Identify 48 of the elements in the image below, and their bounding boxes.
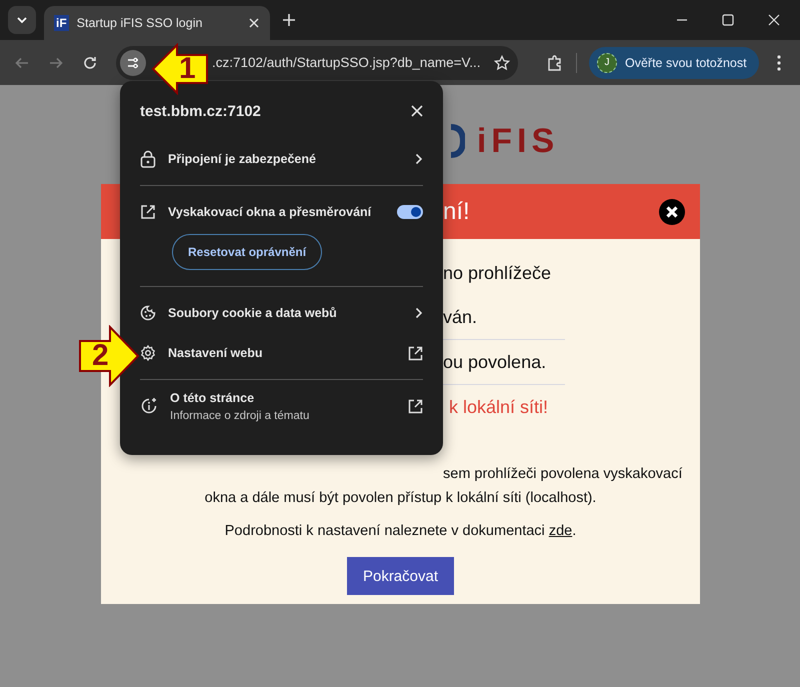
site-info-icon[interactable] — [120, 50, 146, 76]
menu-item-label[interactable]: Vyskakovací okna a přesměrování — [168, 205, 385, 219]
toggle-switch[interactable] — [397, 205, 423, 219]
star-icon[interactable] — [494, 54, 510, 70]
menu-item-label[interactable]: O této stránce — [170, 390, 396, 404]
open-in-new-icon — [140, 204, 156, 220]
open-in-new-icon[interactable] — [408, 346, 423, 360]
menu-icon[interactable] — [776, 54, 781, 70]
warning-text: k lokální síti! — [448, 396, 548, 418]
status-text: no prohlížeče — [443, 262, 552, 284]
info-icon — [140, 397, 158, 415]
callout-number: 2 — [92, 339, 109, 373]
menu-item-label[interactable]: Soubory cookie a data webů — [168, 306, 403, 320]
cookie-icon — [140, 305, 156, 321]
details-text: Podrobnosti k nastavení naleznete v dokumentaci zde. — [224, 523, 578, 539]
menu-item-label[interactable]: Nastavení webu — [168, 346, 396, 360]
settings-icon — [140, 345, 156, 361]
continue-button[interactable]: Pokračovat — [347, 557, 454, 595]
menu-item-label[interactable]: Připojení je zabezpečené — [168, 152, 403, 166]
profile-button[interactable]: J Ověřte svou totožnost — [589, 46, 759, 78]
info-text: okna a dále musí být povolen přístup k lokální síti (localhost). — [204, 489, 596, 508]
site-host: test.bbm.cz:7102 — [140, 102, 261, 120]
browser-tab[interactable]: iF Startup iFIS SSO login — [44, 6, 270, 40]
tab-search-button[interactable] — [8, 6, 36, 34]
docs-link[interactable]: zde — [548, 523, 572, 539]
status-text: ou povolena. — [443, 352, 546, 372]
avatar: J — [597, 52, 617, 72]
close-icon[interactable] — [248, 17, 260, 29]
new-tab-icon[interactable] — [282, 13, 296, 27]
maximize-icon[interactable] — [722, 14, 734, 26]
menu-item-subtitle: Informace o zdroji a tématu — [170, 410, 310, 422]
dialog-title: ní! — [443, 198, 470, 226]
close-icon[interactable] — [411, 105, 423, 117]
close-icon[interactable] — [658, 198, 686, 226]
chevron-right-icon[interactable] — [415, 153, 423, 165]
reload-icon[interactable] — [82, 54, 98, 70]
close-icon[interactable] — [768, 14, 780, 26]
open-in-new-icon[interactable] — [408, 398, 423, 414]
url-text: .cz:7102/auth/StartupSSO.jsp?db_name=V... — [212, 55, 481, 70]
site-favicon: iF — [54, 15, 69, 31]
logo-mark-icon — [450, 121, 465, 161]
chevron-right-icon[interactable] — [415, 307, 423, 319]
tab-title: Startup iFIS SSO login — [76, 16, 204, 30]
info-text: sem prohlížeči povolena vyskakovací — [443, 465, 682, 484]
logo-text: iFIS — [476, 122, 560, 160]
status-text: ván. — [443, 306, 478, 328]
lock-icon — [140, 150, 156, 168]
reset-permissions-button[interactable]: Resetovat oprávnění — [172, 234, 322, 270]
